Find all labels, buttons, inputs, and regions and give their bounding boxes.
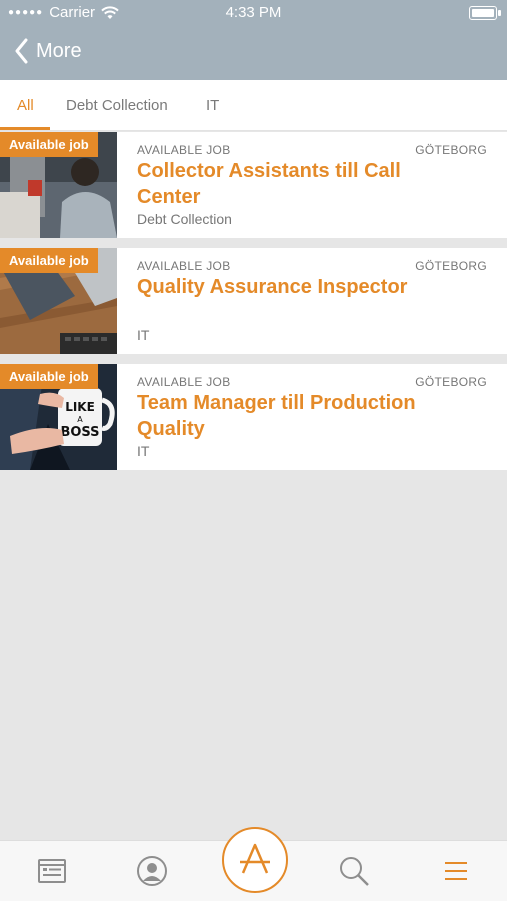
job-category: Debt Collection xyxy=(137,211,232,227)
back-button[interactable]: More xyxy=(14,38,82,64)
job-title[interactable]: Team Manager till Production Quality xyxy=(137,390,467,442)
app-logo-icon xyxy=(240,843,270,874)
status-bar: ●●●●● Carrier 4:33 PM xyxy=(0,0,507,26)
job-card[interactable]: LIKE A BOSS Available job AVAILABLE JOB … xyxy=(0,364,507,470)
status-time: 4:33 PM xyxy=(225,4,282,21)
mug-text: LIKE xyxy=(65,400,95,414)
app-logo-button[interactable] xyxy=(222,827,288,893)
available-badge: Available job xyxy=(0,364,98,389)
job-city: GÖTEBORG xyxy=(415,375,487,389)
category-tabs: All Debt Collection IT xyxy=(0,80,507,131)
job-city: GÖTEBORG xyxy=(415,143,487,157)
job-title[interactable]: Collector Assistants till Call Center xyxy=(137,158,467,210)
chevron-left-icon xyxy=(15,38,28,64)
back-label: More xyxy=(36,39,82,62)
tab-it[interactable]: IT xyxy=(206,97,219,114)
svg-text:A: A xyxy=(77,415,83,424)
job-status: AVAILABLE JOB xyxy=(137,259,231,273)
menu-icon[interactable] xyxy=(440,855,472,887)
job-card[interactable]: Available job AVAILABLE JOB GÖTEBORG Col… xyxy=(0,132,507,238)
available-badge: Available job xyxy=(0,248,98,273)
active-tab-indicator xyxy=(0,127,50,130)
list-icon[interactable] xyxy=(36,855,68,887)
available-badge: Available job xyxy=(0,132,98,157)
tab-all[interactable]: All xyxy=(17,97,34,114)
tab-debt-collection[interactable]: Debt Collection xyxy=(66,97,168,114)
job-title[interactable]: Quality Assurance Inspector xyxy=(137,274,467,300)
battery-icon xyxy=(469,6,501,20)
job-status: AVAILABLE JOB xyxy=(137,143,231,157)
search-icon[interactable] xyxy=(338,855,370,887)
top-bar: ●●●●● Carrier 4:33 PM More xyxy=(0,0,507,80)
bottom-tab-bar xyxy=(0,827,507,901)
job-category: IT xyxy=(137,327,150,343)
job-category: IT xyxy=(137,443,150,459)
job-card[interactable]: Available job AVAILABLE JOB GÖTEBORG Qua… xyxy=(0,248,507,354)
job-city: GÖTEBORG xyxy=(415,259,487,273)
svg-text:BOSS: BOSS xyxy=(60,425,99,440)
job-status: AVAILABLE JOB xyxy=(137,375,231,389)
profile-icon[interactable] xyxy=(136,855,168,887)
